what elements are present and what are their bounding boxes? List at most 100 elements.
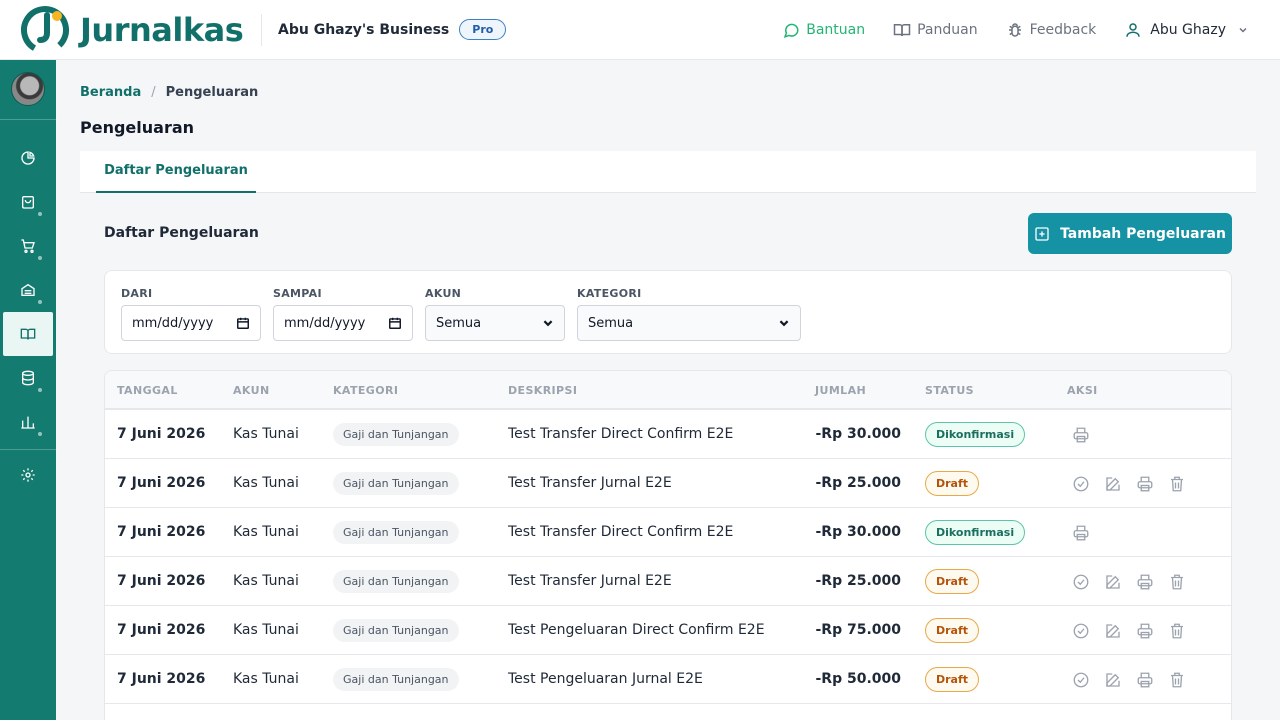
- print-icon[interactable]: [1136, 671, 1154, 689]
- breadcrumb-home[interactable]: Beranda: [80, 85, 141, 100]
- table-row[interactable]: 7 Juni 2026 Kas Tunai Gaji dan Tunjangan Te…: [105, 557, 1231, 606]
- print-icon[interactable]: [1136, 622, 1154, 640]
- plan-badge: Pro: [459, 19, 507, 40]
- bar-chart-icon: [21, 416, 35, 429]
- submenu-dot: [38, 388, 42, 392]
- guide-link[interactable]: Panduan: [893, 21, 978, 39]
- from-date-input[interactable]: mm/dd/yyyy: [121, 305, 261, 341]
- cell-description: Test Transfer Jurnal E2E: [508, 475, 672, 491]
- user-icon: [1126, 23, 1141, 37]
- confirm-icon[interactable]: [1072, 671, 1090, 689]
- category-badge: Gaji dan Tunjangan: [333, 619, 459, 642]
- column-header-status[interactable]: STATUS: [925, 384, 974, 397]
- calendar-icon: [237, 317, 249, 329]
- chevron-down-icon: [1239, 27, 1247, 33]
- cell-amount: -Rp 25.000: [815, 573, 901, 589]
- sidebar-divider: [0, 119, 56, 120]
- help-link[interactable]: Bantuan: [782, 21, 865, 39]
- cell-date: 7 Juni 2026: [117, 426, 206, 442]
- cell-date: 7 Juni 2026: [117, 671, 206, 687]
- status-badge: Dikonfirmasi: [925, 520, 1026, 545]
- tab-expense-list[interactable]: Daftar Pengeluaran: [96, 151, 256, 193]
- trash-icon[interactable]: [1168, 573, 1186, 591]
- help-link-label: Bantuan: [806, 22, 866, 38]
- category-badge: Gaji dan Tunjangan: [333, 423, 459, 446]
- account-select[interactable]: Semua: [425, 305, 565, 341]
- user-menu[interactable]: Abu Ghazy: [1124, 21, 1248, 39]
- breadcrumb: Beranda / Pengeluaran: [80, 85, 258, 100]
- cell-description: Test Transfer Direct Confirm E2E: [508, 426, 734, 442]
- status-badge: Draft: [925, 667, 980, 692]
- logo-mark-icon: [20, 5, 70, 55]
- edit-icon[interactable]: [1104, 622, 1122, 640]
- breadcrumb-current: Pengeluaran: [165, 85, 259, 100]
- cell-amount: -Rp 25.000: [815, 475, 901, 491]
- sidebar-item-dashboard[interactable]: [0, 136, 56, 180]
- print-icon[interactable]: [1072, 426, 1090, 444]
- confirm-icon[interactable]: [1072, 622, 1090, 640]
- edit-icon[interactable]: [1104, 671, 1122, 689]
- edit-icon[interactable]: [1104, 573, 1122, 591]
- status-badge: Draft: [925, 471, 980, 496]
- plus-square-icon: [1035, 226, 1049, 241]
- submenu-dot: [38, 212, 42, 216]
- sidebar-item-inventory[interactable]: [0, 268, 56, 312]
- sidebar-item-accounts[interactable]: [0, 356, 56, 400]
- table-row[interactable]: 7 Juni 2026 Kas Tunai Gaji dan Tunjangan Te…: [105, 410, 1231, 459]
- cell-amount: -Rp 50.000: [815, 671, 901, 687]
- print-icon[interactable]: [1136, 573, 1154, 591]
- chart-pie-icon: [21, 151, 35, 165]
- confirm-icon[interactable]: [1072, 573, 1090, 591]
- trash-icon[interactable]: [1168, 671, 1186, 689]
- status-badge: Dikonfirmasi: [925, 422, 1026, 447]
- edit-icon[interactable]: [1104, 475, 1122, 493]
- print-icon[interactable]: [1072, 524, 1090, 542]
- to-date-value: mm/dd/yyyy: [284, 315, 366, 331]
- column-header-date[interactable]: TANGGAL: [117, 384, 178, 397]
- add-expense-button[interactable]: Tambah Pengeluaran: [1028, 213, 1232, 254]
- cell-description: Test Transfer Direct Confirm E2E: [508, 524, 734, 540]
- table-row[interactable]: 7 Juni 2026 Kas Tunai Gaji dan Tunjangan Te…: [105, 459, 1231, 508]
- cell-description: Test Pengeluaran Jurnal E2E: [508, 671, 703, 687]
- column-header-amount[interactable]: JUMLAH: [815, 384, 866, 397]
- cell-description: Test Transfer Jurnal E2E: [508, 573, 672, 589]
- sidebar: [0, 60, 56, 720]
- sidebar-item-purchases[interactable]: [0, 224, 56, 268]
- inventory-icon: [21, 283, 35, 296]
- to-date-input[interactable]: mm/dd/yyyy: [273, 305, 413, 341]
- sidebar-item-settings[interactable]: [0, 453, 56, 497]
- cell-account: Kas Tunai: [233, 573, 299, 589]
- trash-icon[interactable]: [1168, 622, 1186, 640]
- category-badge: Gaji dan Tunjangan: [333, 521, 459, 544]
- category-select[interactable]: Semua: [577, 305, 801, 341]
- from-date-label: DARI: [121, 287, 153, 300]
- cell-amount: -Rp 30.000: [815, 524, 901, 540]
- table-row[interactable]: 7 Juni 2026 Kas Tunai Gaji dan Tunjangan Te…: [105, 606, 1231, 655]
- expense-table: TANGGAL AKUN KATEGORI DESKRIPSI JUMLAH S…: [104, 370, 1232, 720]
- brand-logo[interactable]: Jurnalkas: [20, 5, 244, 55]
- table-row[interactable]: 7 Juni 2026 Kas Tunai Gaji dan Tunjangan Te…: [105, 508, 1231, 557]
- gear-icon: [21, 468, 35, 482]
- sidebar-item-sales[interactable]: [0, 180, 56, 224]
- account-filter-label: AKUN: [425, 287, 462, 300]
- print-icon[interactable]: [1136, 475, 1154, 493]
- feedback-link[interactable]: Feedback: [1006, 21, 1096, 39]
- table-row[interactable]: 7 Juni 2026 Kas Tunai Gaji dan Tunjangan Te…: [105, 655, 1231, 704]
- avatar[interactable]: [11, 72, 45, 106]
- cell-amount: -Rp 30.000: [815, 426, 901, 442]
- chevron-down-icon: [543, 320, 553, 327]
- status-badge: Draft: [925, 569, 980, 594]
- brand-name: Jurnalkas: [80, 10, 244, 49]
- top-header: Jurnalkas Abu Ghazy's Business Pro Bantu…: [0, 0, 1280, 60]
- table-header: TANGGAL AKUN KATEGORI DESKRIPSI JUMLAH S…: [105, 371, 1231, 410]
- sidebar-item-reports[interactable]: [0, 400, 56, 444]
- sidebar-item-expenses[interactable]: [3, 312, 53, 356]
- category-filter-label: KATEGORI: [577, 287, 642, 300]
- table-row[interactable]: [105, 704, 1231, 720]
- column-header-category[interactable]: KATEGORI: [333, 384, 398, 397]
- confirm-icon[interactable]: [1072, 475, 1090, 493]
- column-header-description[interactable]: DESKRIPSI: [508, 384, 577, 397]
- business-name[interactable]: Abu Ghazy's Business: [278, 22, 449, 38]
- column-header-account[interactable]: AKUN: [233, 384, 270, 397]
- trash-icon[interactable]: [1168, 475, 1186, 493]
